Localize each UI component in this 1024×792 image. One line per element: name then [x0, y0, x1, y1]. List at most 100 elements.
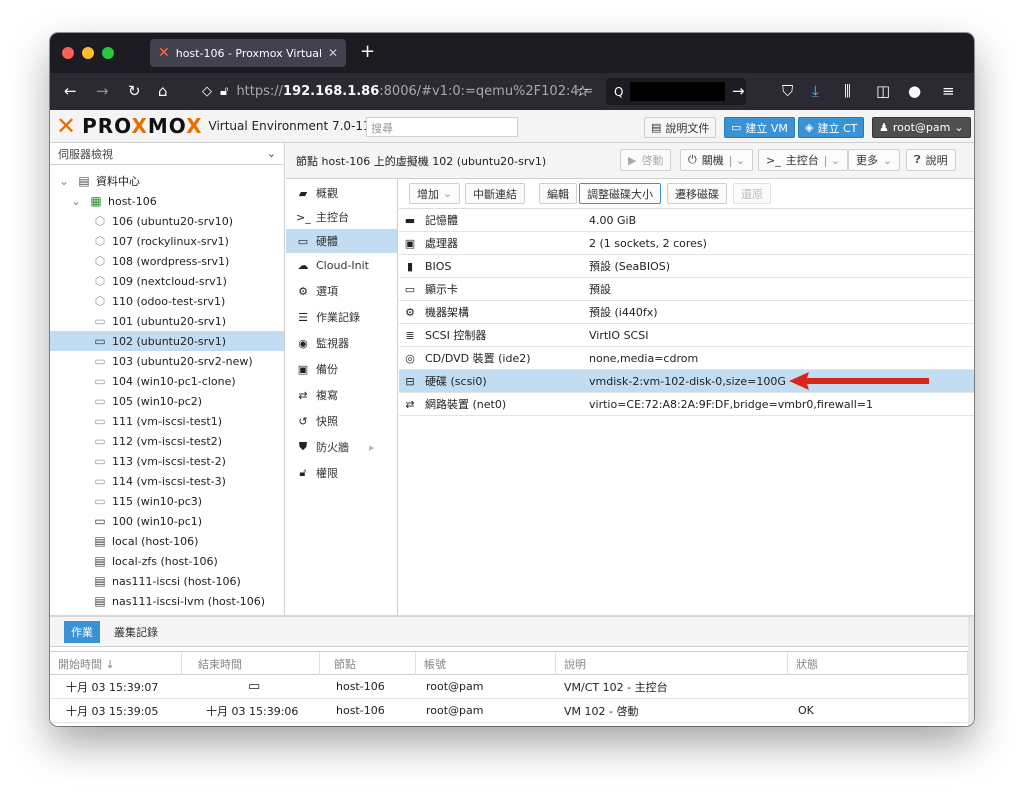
- hardware-row[interactable]: ⇄ 網路裝置 (net0) virtio=CE:72:A8:2A:9F:DF,bri…: [399, 393, 974, 416]
- detach-button[interactable]: 中斷連結: [465, 183, 525, 204]
- more-button[interactable]: 更多 ⌄: [848, 149, 901, 171]
- tree-item-vm-selected[interactable]: ▭ 102 (ubuntu20-srv1): [50, 331, 284, 351]
- revert-button[interactable]: 還原: [733, 183, 771, 204]
- column-header-node[interactable]: 節點: [326, 652, 416, 675]
- tree-item-storage[interactable]: ▤ local-zfs (host-106): [50, 551, 284, 571]
- forward-icon[interactable]: →: [96, 82, 109, 100]
- sidebar-icon[interactable]: ◫: [876, 82, 890, 100]
- tree-item-vm[interactable]: ▭ 111 (vm-iscsi-test1): [50, 411, 284, 431]
- shutdown-button[interactable]: ⏻ 關機 | ⌄: [680, 149, 754, 171]
- nav-replication[interactable]: ⇄ 複寫: [286, 383, 397, 407]
- new-tab-icon[interactable]: +: [360, 41, 375, 62]
- column-header-description[interactable]: 說明: [556, 652, 788, 675]
- shield-icon[interactable]: ◇: [202, 84, 212, 99]
- column-header-status[interactable]: 狀態: [788, 652, 968, 675]
- close-window-button[interactable]: [62, 47, 74, 59]
- task-log-scrollbar[interactable]: [968, 617, 974, 726]
- create-ct-button[interactable]: ◈ 建立 CT: [798, 117, 865, 138]
- hardware-row[interactable]: ▬ 記憶體 4.00 GiB: [399, 209, 974, 232]
- browser-tab[interactable]: ✕ host-106 - Proxmox Virtual Envi ✕: [150, 39, 346, 67]
- hardware-row[interactable]: ⚙ 機器架構 預設 (i440fx): [399, 301, 974, 324]
- start-button[interactable]: ▶ 啓動: [620, 149, 672, 171]
- nav-firewall[interactable]: ⛊ 防火牆 ▸: [286, 435, 397, 459]
- account-avatar-icon[interactable]: ●: [908, 82, 921, 100]
- add-button[interactable]: 增加 ⌄: [409, 183, 461, 204]
- chevron-down-icon[interactable]: | ⌄: [729, 154, 745, 167]
- tree-item-vm[interactable]: ▭ 101 (ubuntu20-srv1): [50, 311, 284, 331]
- nav-task-history[interactable]: ☰ 作業記錄: [286, 305, 397, 329]
- column-header-start[interactable]: 開始時間 ↓: [50, 652, 182, 675]
- tree-item-vm[interactable]: ⬡ 109 (nextcloud-srv1): [50, 271, 284, 291]
- template-icon: ⬡: [94, 274, 106, 288]
- bookmark-star-icon[interactable]: ☆: [576, 82, 589, 100]
- nav-monitor[interactable]: ◉ 監視器: [286, 331, 397, 355]
- tree-item-vm[interactable]: ▭ 105 (win10-pc2): [50, 391, 284, 411]
- tree-item-vm[interactable]: ▭ 103 (ubuntu20-srv2-new): [50, 351, 284, 371]
- home-icon[interactable]: ⌂: [158, 82, 168, 100]
- table-row[interactable]: 十月 03 15:39:05 十月 03 15:39:06 host-106 r…: [50, 699, 968, 723]
- tab-cluster-log[interactable]: 叢集記錄: [114, 624, 158, 640]
- hamburger-menu-icon[interactable]: ≡: [942, 82, 955, 100]
- tree-item-vm[interactable]: ▭ 100 (win10-pc1): [50, 511, 284, 531]
- maximize-window-button[interactable]: [102, 47, 114, 59]
- table-row[interactable]: 十月 03 15:39:07 ▭ host-106 root@pam VM/CT…: [50, 675, 968, 699]
- close-tab-icon[interactable]: ✕: [328, 46, 338, 60]
- tree-item-datacenter[interactable]: ⌄ ▤ 資料中心: [50, 171, 284, 191]
- tree-item-vm[interactable]: ▭ 115 (win10-pc3): [50, 491, 284, 511]
- vm-stopped-icon: ▭: [94, 454, 106, 468]
- back-icon[interactable]: ←: [64, 82, 77, 100]
- tree-item-node[interactable]: ⌄ ▦ host-106: [50, 191, 284, 211]
- tree-item-storage[interactable]: ▤ nas111-iscsi-lvm (host-106): [50, 591, 284, 611]
- nav-backup[interactable]: ▣ 備份: [286, 357, 397, 381]
- tree-item-vm[interactable]: ⬡ 110 (odoo-test-srv1): [50, 291, 284, 311]
- url-bar[interactable]: ◇ 🔓︎ https://192.168.1.86:8006/#v1:0:=qe…: [202, 78, 592, 105]
- pocket-icon[interactable]: ⛉: [782, 82, 793, 100]
- tree-item-vm[interactable]: ⬡ 106 (ubuntu20-srv10): [50, 211, 284, 231]
- tree-item-vm[interactable]: ▭ 104 (win10-pc1-clone): [50, 371, 284, 391]
- column-header-end[interactable]: 結束時間: [190, 652, 320, 675]
- nav-permissions[interactable]: 🔓︎ 權限: [286, 461, 397, 485]
- nav-console[interactable]: >_ 主控台: [286, 205, 397, 229]
- expander-icon[interactable]: ⌄: [68, 194, 84, 208]
- tree-item-vm[interactable]: ▭ 113 (vm-iscsi-test-2): [50, 451, 284, 471]
- move-disk-button[interactable]: 遷移磁碟: [667, 183, 727, 204]
- help-button[interactable]: ❓︎ 說明: [906, 149, 956, 171]
- minimize-window-button[interactable]: [82, 47, 94, 59]
- hardware-row[interactable]: ▭ 顯示卡 預設: [399, 278, 974, 301]
- expander-icon[interactable]: ⌄: [56, 174, 72, 188]
- hardware-row[interactable]: ◎ CD/DVD 裝置 (ide2) none,media=cdrom: [399, 347, 974, 370]
- nav-cloud-init[interactable]: ☁ Cloud-Init: [286, 253, 397, 277]
- create-vm-button[interactable]: ▭ 建立 VM: [724, 117, 795, 138]
- resize-disk-button[interactable]: 調整磁碟大小: [579, 183, 661, 204]
- cube-icon: ◈: [805, 121, 814, 134]
- tree-item-storage[interactable]: ▤ nas111-iscsi (host-106): [50, 571, 284, 591]
- tree-item-vm[interactable]: ▭ 112 (vm-iscsi-test2): [50, 431, 284, 451]
- column-header-user[interactable]: 帳號: [416, 652, 556, 675]
- global-search-input[interactable]: 搜尋: [366, 117, 518, 137]
- tree-item-vm[interactable]: ⬡ 108 (wordpress-srv1): [50, 251, 284, 271]
- docs-button[interactable]: ▤ 說明文件: [644, 117, 717, 138]
- nav-snapshots[interactable]: ↺ 快照: [286, 409, 397, 433]
- downloads-icon[interactable]: ⤓: [812, 82, 819, 100]
- tab-tasks[interactable]: 作業: [64, 620, 100, 643]
- desktop-icon: ▭: [297, 234, 309, 248]
- library-icon[interactable]: ⫼: [844, 82, 851, 100]
- nav-hardware[interactable]: ▭ 硬體: [286, 229, 397, 253]
- view-selector[interactable]: 伺服器檢視 ⌄: [50, 143, 284, 165]
- tree-item-storage[interactable]: ▤ local (host-106): [50, 531, 284, 551]
- edit-button[interactable]: 編輯: [539, 183, 577, 204]
- lock-warning-icon[interactable]: 🔓︎: [220, 84, 228, 99]
- go-arrow-icon[interactable]: →: [732, 82, 745, 100]
- reload-icon[interactable]: ↻: [128, 82, 141, 100]
- nav-summary[interactable]: ▰ 概觀: [286, 181, 397, 205]
- hardware-row[interactable]: ≣ SCSI 控制器 VirtIO SCSI: [399, 324, 974, 347]
- console-button[interactable]: >_ 主控台 | ⌄: [758, 149, 849, 171]
- nav-options[interactable]: ⚙ 選項: [286, 279, 397, 303]
- chevron-down-icon[interactable]: | ⌄: [824, 154, 840, 167]
- tree-item-vm[interactable]: ⬡ 107 (rockylinux-srv1): [50, 231, 284, 251]
- user-menu-button[interactable]: ♟ root@pam ⌄: [872, 117, 971, 138]
- proxmox-wordmark: PROXMOX: [82, 114, 203, 138]
- tree-item-vm[interactable]: ▭ 114 (vm-iscsi-test-3): [50, 471, 284, 491]
- hardware-row[interactable]: ▮ BIOS 預設 (SeaBIOS): [399, 255, 974, 278]
- hardware-row[interactable]: ▣ 處理器 2 (1 sockets, 2 cores): [399, 232, 974, 255]
